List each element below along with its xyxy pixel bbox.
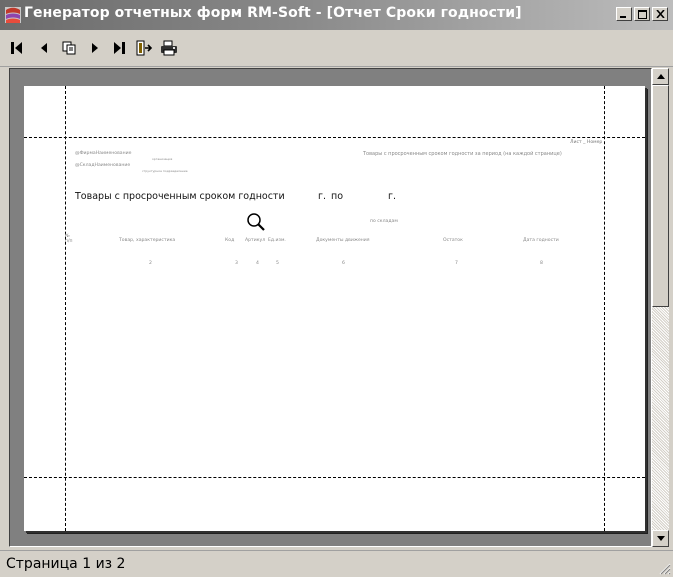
- top-margin-line: [24, 137, 645, 138]
- report-title-year-from: г.: [318, 191, 327, 202]
- print-button[interactable]: [158, 38, 180, 58]
- report-preview-area[interactable]: Лист _ Номер @ФирмаНаименование организа…: [9, 68, 652, 547]
- window-controls: [614, 7, 668, 21]
- col-number-2: 2: [149, 261, 152, 266]
- minimize-icon: [620, 16, 626, 18]
- col-number-5: 5: [276, 261, 279, 266]
- company-field: @ФирмаНаименование: [75, 151, 132, 156]
- minimize-button[interactable]: [616, 7, 632, 21]
- page-counter: Страница 1 из 2: [6, 556, 126, 572]
- col-header-goods: Товар, характеристика: [119, 238, 176, 243]
- by-warehouses-label: по складам: [370, 219, 398, 224]
- bottom-margin-line: [24, 477, 645, 478]
- col-header-expiry: Дата годности: [523, 238, 559, 243]
- prev-page-button[interactable]: [33, 38, 55, 58]
- next-page-button[interactable]: [84, 38, 106, 58]
- magnifier-cursor-icon: [246, 212, 266, 236]
- col-number-4: 4: [256, 261, 259, 266]
- resize-grip-icon[interactable]: [657, 561, 671, 575]
- col-number-3: 3: [235, 261, 238, 266]
- col-header-balance: Остаток: [443, 238, 463, 243]
- status-bar: Страница 1 из 2: [0, 550, 673, 577]
- left-margin-line: [65, 86, 66, 531]
- scroll-up-icon: [656, 74, 665, 79]
- col-number-7: 7: [455, 261, 458, 266]
- col-header-num: № п/п: [65, 234, 73, 244]
- copy-pages-icon: [62, 41, 76, 55]
- exit-icon: [136, 40, 153, 56]
- company-sublabel: организация: [152, 157, 173, 161]
- print-icon: [161, 40, 177, 56]
- scroll-thumb[interactable]: [652, 85, 669, 307]
- window-title: Генератор отчетных форм RM-Soft - [Отчет…: [24, 5, 522, 21]
- warehouse-field: @СкладНаименование: [75, 163, 131, 168]
- report-subtitle: Товары с просроченным сроком годности за…: [363, 151, 562, 157]
- sheet-number-label: Лист _ Номер: [570, 140, 603, 145]
- maximize-icon: [637, 9, 647, 19]
- col-header-docs: Документы движения: [316, 238, 370, 243]
- maximize-button[interactable]: [634, 7, 650, 21]
- col-header-article: Артикул: [245, 238, 266, 243]
- title-bar[interactable]: Генератор отчетных форм RM-Soft - [Отчет…: [0, 0, 673, 30]
- first-page-button[interactable]: [6, 38, 28, 58]
- next-page-icon: [92, 43, 98, 53]
- last-page-button[interactable]: [108, 38, 130, 58]
- col-header-unit: Ед.изм.: [268, 238, 286, 243]
- warehouse-sublabel: структурное подразделение: [142, 169, 188, 173]
- close-icon: [655, 10, 665, 18]
- report-title-to: по: [331, 191, 344, 202]
- close-button[interactable]: [652, 7, 668, 21]
- app-icon[interactable]: [4, 6, 22, 24]
- exit-button[interactable]: [133, 38, 155, 58]
- copy-pages-button[interactable]: [58, 38, 80, 58]
- right-margin-line: [604, 86, 605, 531]
- last-page-icon: [114, 42, 125, 54]
- report-page: Лист _ Номер @ФирмаНаименование организа…: [24, 86, 645, 531]
- toolbar: [0, 30, 673, 67]
- first-page-icon: [11, 42, 22, 54]
- prev-page-icon: [41, 43, 47, 53]
- col-number-8: 8: [540, 261, 543, 266]
- report-title-year-to: г.: [388, 191, 397, 202]
- vertical-scrollbar[interactable]: [652, 68, 669, 547]
- col-header-code: Код: [225, 238, 235, 243]
- scroll-down-button[interactable]: [652, 530, 669, 547]
- col-number-6: 6: [342, 261, 345, 266]
- scroll-down-icon: [656, 536, 665, 541]
- scroll-up-button[interactable]: [652, 68, 669, 85]
- report-title: Товары с просроченным сроком годности: [75, 191, 285, 202]
